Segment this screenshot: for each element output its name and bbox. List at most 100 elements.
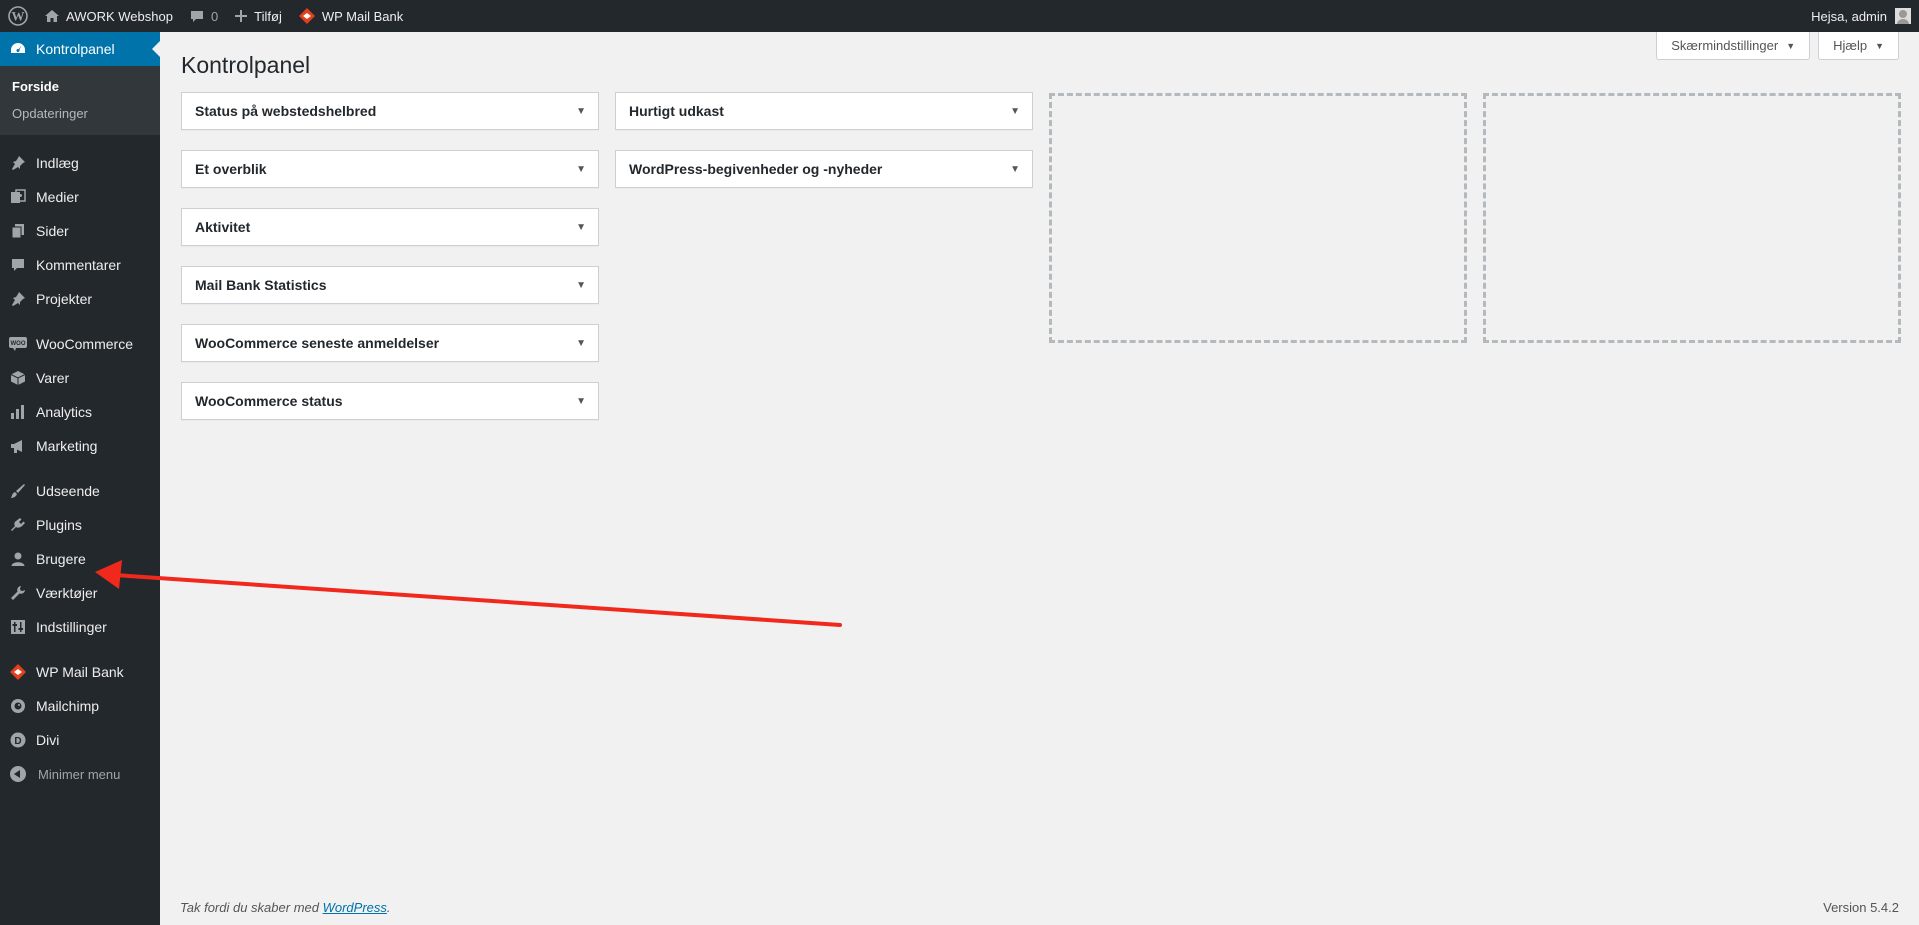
sidebar-item-label: Marketing	[36, 438, 98, 454]
sidebar-item-label: Værktøjer	[36, 585, 98, 601]
sidebar-item-divi[interactable]: D Divi	[0, 723, 160, 757]
analytics-icon	[8, 402, 28, 422]
comment-bubble-icon	[189, 8, 205, 24]
sidebar-item-dashboard[interactable]: Kontrolpanel	[0, 32, 160, 66]
site-name-label: AWORK Webshop	[66, 8, 173, 24]
sidebar-item-settings[interactable]: Indstillinger	[0, 610, 160, 644]
submenu-item-home[interactable]: Forside	[0, 73, 160, 100]
widget-site-health[interactable]: Status på webstedshelbred ▼	[181, 92, 599, 130]
settings-icon	[8, 617, 28, 637]
megaphone-icon	[8, 436, 28, 456]
sidebar-item-media[interactable]: Medier	[0, 180, 160, 214]
sidebar-item-marketing[interactable]: Marketing	[0, 429, 160, 463]
site-name-link[interactable]: AWORK Webshop	[36, 0, 181, 32]
sidebar-item-products[interactable]: Varer	[0, 361, 160, 395]
widget-title: WordPress-begivenheder og -nyheder	[629, 161, 883, 177]
collapse-menu-button[interactable]: Minimer menu	[0, 757, 160, 791]
widget-at-a-glance[interactable]: Et overblik ▼	[181, 150, 599, 188]
sidebar-item-label: Sider	[36, 223, 69, 239]
footer-thanks: Tak fordi du skaber med WordPress.	[180, 900, 391, 915]
dashboard-column-1: Status på webstedshelbred ▼ Et overblik …	[181, 92, 599, 440]
sidebar-item-projects[interactable]: Projekter	[0, 282, 160, 316]
screen-meta-links: Skærmindstillinger ▼ Hjælp ▼	[1656, 32, 1899, 60]
empty-drop-zone-column-4[interactable]	[1483, 93, 1901, 343]
sidebar-item-mailchimp[interactable]: Mailchimp	[0, 689, 160, 723]
sidebar-item-label: Brugere	[36, 551, 86, 567]
widget-title: WooCommerce status	[195, 393, 343, 409]
widget-activity[interactable]: Aktivitet ▼	[181, 208, 599, 246]
widget-title: WooCommerce seneste anmeldelser	[195, 335, 440, 351]
toggle-arrow-icon[interactable]: ▼	[1010, 164, 1020, 175]
comments-link[interactable]: 0	[181, 0, 226, 32]
sidebar-item-posts[interactable]: Indlæg	[0, 146, 160, 180]
dashboard-gauge-icon	[8, 39, 28, 59]
avatar	[1895, 8, 1911, 24]
divi-icon: D	[8, 730, 28, 750]
add-new-link[interactable]: Tilføj	[226, 0, 290, 32]
greeting-label: Hejsa, admin	[1811, 8, 1887, 24]
sidebar-item-comments[interactable]: Kommentarer	[0, 248, 160, 282]
media-icon	[8, 187, 28, 207]
toggle-arrow-icon[interactable]: ▼	[1010, 106, 1020, 117]
screen-options-button[interactable]: Skærmindstillinger ▼	[1656, 32, 1811, 60]
sidebar-item-wp-mail-bank[interactable]: WP Mail Bank	[0, 655, 160, 689]
pin-icon	[8, 153, 28, 173]
comments-count: 0	[210, 8, 219, 24]
widget-title: Mail Bank Statistics	[195, 277, 327, 293]
widget-title: Aktivitet	[195, 219, 251, 235]
caret-down-icon: ▼	[1786, 40, 1796, 51]
wordpress-logo-icon[interactable]: W	[0, 0, 36, 32]
mail-bank-icon	[8, 662, 28, 682]
sidebar-item-plugins[interactable]: Plugins	[0, 508, 160, 542]
widget-title: Et overblik	[195, 161, 267, 177]
page-title: Kontrolpanel	[181, 52, 311, 78]
admin-sidebar: Kontrolpanel Forside Opdateringer Indlæg…	[0, 32, 160, 925]
products-icon	[8, 368, 28, 388]
toggle-arrow-icon[interactable]: ▼	[576, 164, 586, 175]
toggle-arrow-icon[interactable]: ▼	[576, 222, 586, 233]
wordpress-link[interactable]: WordPress	[323, 900, 387, 915]
sidebar-item-appearance[interactable]: Udseende	[0, 474, 160, 508]
footer-thanks-text: Tak fordi du skaber med	[180, 900, 323, 915]
sidebar-item-analytics[interactable]: Analytics	[0, 395, 160, 429]
widget-mail-bank-statistics[interactable]: Mail Bank Statistics ▼	[181, 266, 599, 304]
sidebar-item-label: WooCommerce	[36, 336, 133, 352]
sidebar-item-tools[interactable]: Værktøjer	[0, 576, 160, 610]
collapse-menu-label: Minimer menu	[38, 766, 121, 782]
help-button[interactable]: Hjælp ▼	[1818, 32, 1899, 60]
empty-drop-zone-column-3[interactable]	[1049, 93, 1467, 343]
sidebar-item-label: Divi	[36, 732, 60, 748]
home-icon	[44, 8, 60, 24]
sidebar-item-woocommerce[interactable]: WOO WooCommerce	[0, 327, 160, 361]
sidebar-item-label: Udseende	[36, 483, 100, 499]
toggle-arrow-icon[interactable]: ▼	[576, 280, 586, 291]
sidebar-item-label: Analytics	[36, 404, 93, 420]
footer-version: Version 5.4.2	[1823, 900, 1899, 915]
svg-text:D: D	[14, 736, 21, 747]
svg-text:W: W	[12, 9, 25, 24]
pin-icon	[8, 289, 28, 309]
dashboard-column-2: Hurtigt udkast ▼ WordPress-begivenheder …	[615, 92, 1033, 208]
comments-icon	[8, 255, 28, 275]
sidebar-item-users[interactable]: Brugere	[0, 542, 160, 576]
toggle-arrow-icon[interactable]: ▼	[576, 106, 586, 117]
toggle-arrow-icon[interactable]: ▼	[576, 396, 586, 407]
toggle-arrow-icon[interactable]: ▼	[576, 338, 586, 349]
wp-mail-bank-link[interactable]: WP Mail Bank	[290, 0, 411, 32]
sidebar-item-pages[interactable]: Sider	[0, 214, 160, 248]
sidebar-item-label: Kontrolpanel	[36, 41, 115, 57]
admin-bar: W AWORK Webshop 0 Tilføj WP Mail Bank He…	[0, 0, 1919, 32]
account-menu[interactable]: Hejsa, admin	[1811, 0, 1911, 32]
caret-down-icon: ▼	[1875, 40, 1884, 51]
widget-quick-draft[interactable]: Hurtigt udkast ▼	[615, 92, 1033, 130]
sidebar-item-label: Medier	[36, 189, 79, 205]
widget-woocommerce-reviews[interactable]: WooCommerce seneste anmeldelser ▼	[181, 324, 599, 362]
screen-options-label: Skærmindstillinger	[1671, 38, 1779, 53]
sidebar-item-label: Varer	[36, 370, 70, 386]
widget-woocommerce-status[interactable]: WooCommerce status ▼	[181, 382, 599, 420]
sidebar-item-label: Indstillinger	[36, 619, 107, 635]
mailchimp-icon	[8, 696, 28, 716]
widget-wordpress-events-news[interactable]: WordPress-begivenheder og -nyheder ▼	[615, 150, 1033, 188]
wrench-icon	[8, 583, 28, 603]
submenu-item-updates[interactable]: Opdateringer	[0, 100, 160, 127]
